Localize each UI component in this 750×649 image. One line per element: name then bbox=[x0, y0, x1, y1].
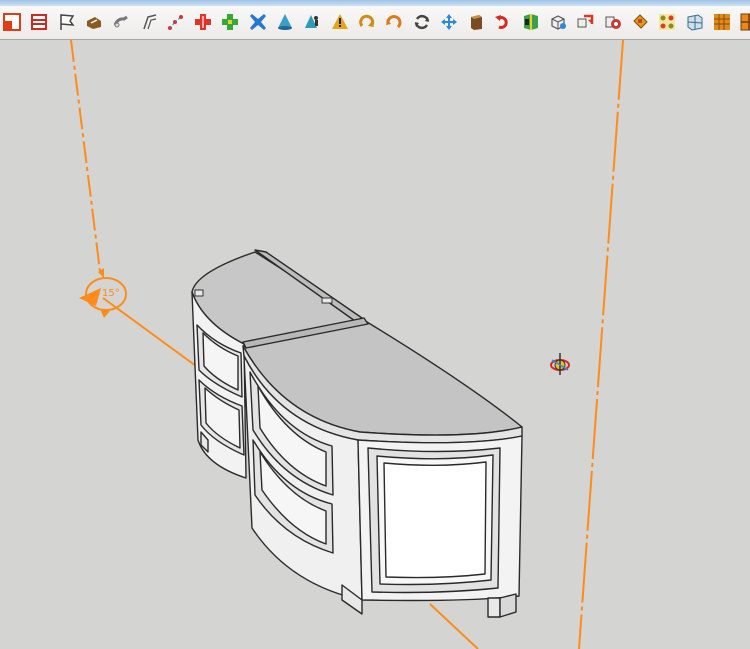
grid-box-icon bbox=[686, 13, 704, 31]
rotate-b-tool-button[interactable] bbox=[384, 12, 404, 32]
remove-blue-icon bbox=[249, 13, 267, 31]
link-tool-button[interactable] bbox=[111, 12, 131, 32]
paint-bucket-icon bbox=[631, 13, 649, 31]
section-plane-icon bbox=[30, 13, 48, 31]
grid-tool-button[interactable] bbox=[685, 12, 705, 32]
link-icon bbox=[112, 13, 130, 31]
group-b-tool-button[interactable] bbox=[603, 12, 623, 32]
rotate-b-icon bbox=[385, 13, 403, 31]
rotate-a-tool-button[interactable] bbox=[357, 12, 377, 32]
guide-line-bottom-diagonal bbox=[429, 603, 479, 649]
group-b-icon bbox=[604, 13, 622, 31]
select-tool-icon bbox=[3, 13, 21, 31]
pushpull-tool-button[interactable] bbox=[466, 12, 486, 32]
flag-icon bbox=[58, 13, 76, 31]
orbit-cursor-icon bbox=[550, 353, 570, 375]
pattern-tool-button[interactable] bbox=[657, 12, 677, 32]
paint-tool-button[interactable] bbox=[630, 12, 650, 32]
component-tool-button[interactable] bbox=[548, 12, 568, 32]
texture-tool-button[interactable] bbox=[712, 12, 732, 32]
push-pull-icon bbox=[467, 13, 485, 31]
guide-line-right-vertical bbox=[578, 40, 624, 649]
rotate-a-icon bbox=[358, 13, 376, 31]
cabinet-model[interactable] bbox=[191, 249, 523, 618]
group-a-icon bbox=[576, 13, 594, 31]
undo-tool-button[interactable] bbox=[493, 12, 513, 32]
group-a-tool-button[interactable] bbox=[575, 12, 595, 32]
tape-tool-button[interactable] bbox=[84, 12, 104, 32]
add-red-icon bbox=[194, 13, 212, 31]
rotate-c-icon bbox=[413, 13, 431, 31]
add-green-tool-button[interactable] bbox=[220, 12, 240, 32]
add-red-tool-button[interactable] bbox=[193, 12, 213, 32]
corner-tool-button[interactable] bbox=[139, 12, 159, 32]
caution-triangle-icon bbox=[331, 13, 349, 31]
texture-tile-icon bbox=[713, 13, 731, 31]
select-tool-button[interactable] bbox=[2, 12, 22, 32]
cone-tool-button[interactable] bbox=[275, 12, 295, 32]
cone-tool-icon bbox=[276, 13, 294, 31]
cone-person-tool-button[interactable] bbox=[302, 12, 322, 32]
scale-tool-icon bbox=[522, 13, 540, 31]
tile-grid-tool-button[interactable] bbox=[739, 12, 750, 32]
corner-tool-icon bbox=[140, 13, 158, 31]
caution-tool-button[interactable] bbox=[330, 12, 350, 32]
scale-tool-button[interactable] bbox=[521, 12, 541, 32]
move-tool-button[interactable] bbox=[439, 12, 459, 32]
undo-curve-icon bbox=[494, 13, 512, 31]
guide-line-left-vertical bbox=[70, 40, 101, 272]
section-plane-tool-button[interactable] bbox=[29, 12, 49, 32]
points-tool-button[interactable] bbox=[166, 12, 186, 32]
rotate-c-tool-button[interactable] bbox=[412, 12, 432, 32]
points-tool-icon bbox=[167, 13, 185, 31]
move-tool-icon bbox=[440, 13, 458, 31]
toolbar bbox=[0, 0, 750, 40]
protractor-label: 15° bbox=[102, 288, 120, 299]
viewport-canvas[interactable]: 15° bbox=[0, 40, 750, 649]
flag-tool-button[interactable] bbox=[57, 12, 77, 32]
add-green-icon bbox=[221, 13, 239, 31]
component-icon bbox=[549, 13, 567, 31]
tile-grid-icon bbox=[740, 13, 750, 31]
remove-blue-tool-button[interactable] bbox=[248, 12, 268, 32]
tape-measure-icon bbox=[85, 13, 103, 31]
pattern-grid-icon bbox=[658, 13, 676, 31]
cone-person-icon bbox=[303, 13, 321, 31]
